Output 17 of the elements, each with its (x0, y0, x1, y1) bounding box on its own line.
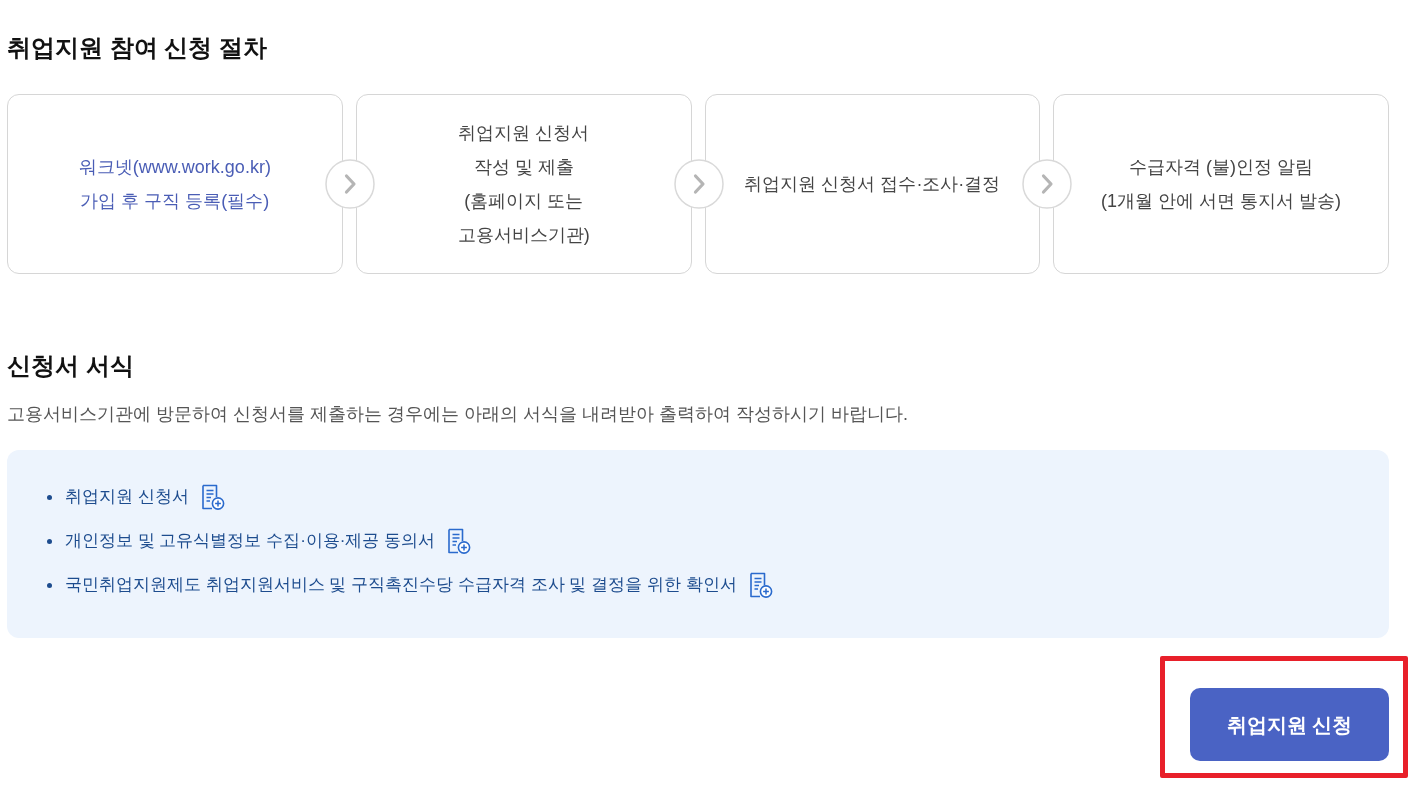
apply-button[interactable]: 취업지원 신청 (1190, 688, 1389, 761)
step-text: 수급자격 (불)인정 알림 (1개월 안에 서면 통지서 발송) (1101, 156, 1342, 213)
document-plus-icon[interactable] (200, 484, 225, 510)
step-link[interactable]: 워크넷(www.work.go.kr) 가입 후 구직 등록(필수) (78, 150, 271, 218)
section-heading: 신청서 서식 (7, 351, 135, 381)
form-link[interactable]: 개인정보 및 고유식별정보 수집·이용·제공 동의서 (65, 528, 436, 554)
step-text: 취업지원 신청서 작성 및 제출 (홈페이지 또는 고용서비스기관) (457, 122, 590, 247)
document-plus-icon[interactable] (748, 572, 773, 598)
description-text: 고용서비스기관에 방문하여 신청서를 제출하는 경우에는 아래의 서식을 내려받아 출력하여 작성하시기 바랍니다. (7, 403, 909, 426)
form-link[interactable]: 국민취업지원제도 취업지원서비스 및 구직촉진수당 수급자격 조사 및 결정을 위한 확인서 (65, 572, 737, 598)
bullet-icon (47, 582, 52, 588)
step-text: 취업지원 신청서 접수·조사·결정 (744, 173, 1001, 196)
document-plus-icon[interactable] (447, 528, 472, 554)
form-link[interactable]: 취업지원 신청서 (65, 484, 189, 510)
bullet-icon (47, 538, 52, 544)
bullet-icon (47, 494, 52, 500)
section-heading: 취업지원 참여 신청 절차 (7, 33, 268, 63)
